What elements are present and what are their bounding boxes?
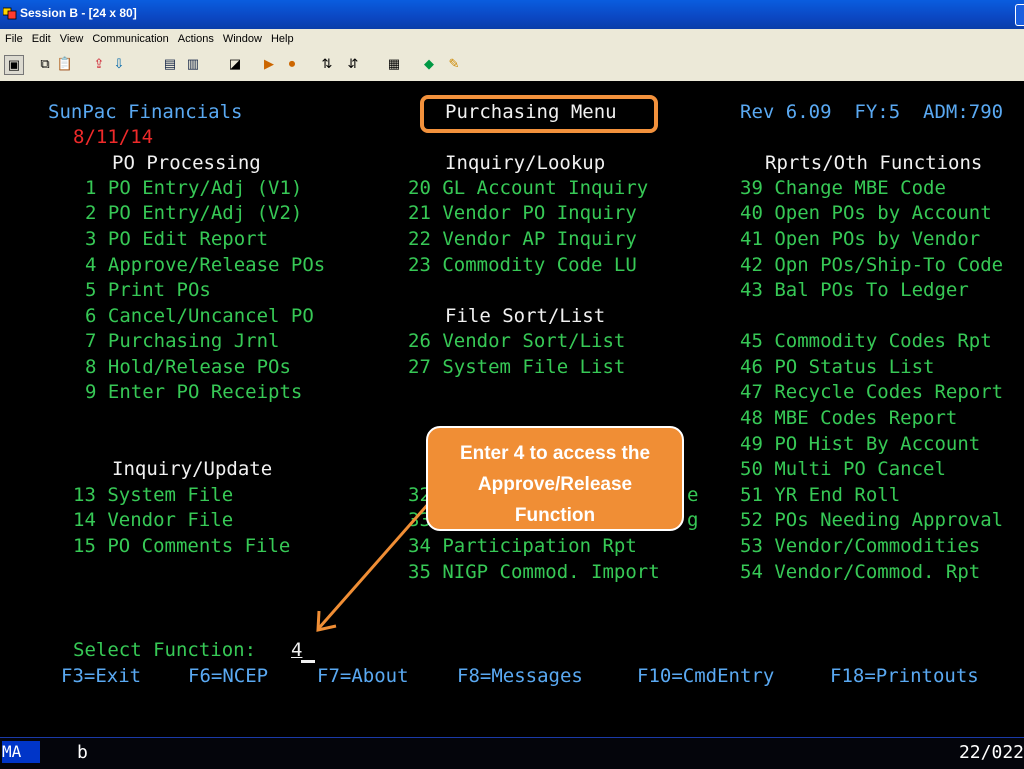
- callout-box: Enter 4 to access the Approve/Release Fu…: [426, 426, 684, 531]
- transfer-icon[interactable]: ⇅: [318, 55, 336, 73]
- text-cursor: [301, 660, 315, 663]
- window-titlebar: Session B - [24 x 80]: [0, 0, 1024, 29]
- menu-item-51[interactable]: 51 YR End Roll: [740, 483, 900, 507]
- menu-item-3[interactable]: 3 PO Edit Report: [85, 227, 268, 251]
- menu-item-49[interactable]: 49 PO Hist By Account: [740, 432, 980, 456]
- menu-item-46[interactable]: 46 PO Status List: [740, 355, 935, 379]
- menu-item-15[interactable]: 15 PO Comments File: [73, 534, 290, 558]
- callout-line-1: Enter 4 to access the: [459, 443, 651, 464]
- menu-item-23[interactable]: 23 Commodity Code LU: [408, 253, 637, 277]
- po-processing-heading: PO Processing: [112, 152, 261, 174]
- menu-item-39[interactable]: 39 Change MBE Code: [740, 176, 946, 200]
- menu-item-43[interactable]: 43 Bal POs To Ledger: [740, 278, 969, 302]
- fkey-exit[interactable]: F3=Exit: [61, 664, 141, 688]
- menu-bar: File Edit View Communication Actions Window He…: [0, 29, 1024, 49]
- menu-item-33-tail: g: [687, 509, 699, 531]
- fkey-messages[interactable]: F8=Messages: [457, 664, 583, 688]
- menu-help[interactable]: Help: [271, 29, 294, 49]
- status-bar: MA b 22/022: [0, 737, 1024, 769]
- send-icon[interactable]: ⇪: [90, 55, 108, 73]
- menu-item-40[interactable]: 40 Open POs by Account: [740, 201, 992, 225]
- menu-window[interactable]: Window: [223, 29, 262, 49]
- menu-item-26[interactable]: 26 Vendor Sort/List: [408, 329, 625, 353]
- menu-item-13[interactable]: 13 System File: [73, 483, 233, 507]
- record-icon[interactable]: ▶: [260, 55, 278, 73]
- menu-item-14[interactable]: 14 Vendor File: [73, 508, 233, 532]
- color-icon[interactable]: ◆: [420, 55, 438, 73]
- revision-info: Rev 6.09 FY:5 ADM:790: [740, 101, 1004, 123]
- system-date: 8/11/14: [73, 126, 154, 148]
- menu-item-1[interactable]: 1 PO Entry/Adj (V1): [85, 176, 302, 200]
- stop-icon[interactable]: ▥: [184, 55, 202, 73]
- play-icon[interactable]: ⏺: [283, 55, 301, 73]
- menu-edit[interactable]: Edit: [32, 29, 51, 49]
- status-mode: MA: [2, 741, 40, 763]
- menu-file[interactable]: File: [5, 29, 23, 49]
- menu-actions[interactable]: Actions: [178, 29, 214, 49]
- window-minimize-button[interactable]: [1015, 4, 1024, 26]
- window-title: Session B - [24 x 80]: [20, 6, 137, 20]
- menu-item-6[interactable]: 6 Cancel/Uncancel PO: [85, 304, 314, 328]
- menu-title-highlight: [420, 95, 658, 133]
- fkey-ncep[interactable]: F6=NCEP: [188, 664, 268, 688]
- menu-item-35[interactable]: 35 NIGP Commod. Import: [408, 560, 660, 584]
- transfer-icon[interactable]: ⇵: [344, 55, 362, 73]
- fkey-cmdentry[interactable]: F10=CmdEntry: [637, 664, 774, 688]
- menu-item-7[interactable]: 7 Purchasing Jrnl: [85, 329, 280, 353]
- copy-icon[interactable]: ⧉: [36, 55, 54, 73]
- menu-communication[interactable]: Communication: [92, 29, 168, 49]
- inquiry-update-heading: Inquiry/Update: [112, 458, 273, 480]
- menu-item-22[interactable]: 22 Vendor AP Inquiry: [408, 227, 637, 251]
- menu-view[interactable]: View: [60, 29, 84, 49]
- menu-item-42[interactable]: 42 Opn POs/Ship-To Code: [740, 253, 1003, 277]
- menu-item-5[interactable]: 5 Print POs: [85, 278, 211, 302]
- menu-item-48[interactable]: 48 MBE Codes Report: [740, 406, 957, 430]
- company-name: SunPac Financials: [48, 101, 243, 123]
- toolbar: ▣ ⧉ 📋 ⇪ ⇩ ▤ ▥ ◪ ▶ ⏺ ⇅ ⇵ ▦ ◆ ✎: [0, 49, 1024, 83]
- menu-item-9[interactable]: 9 Enter PO Receipts: [85, 380, 302, 404]
- file-sort-list-heading: File Sort/List: [445, 305, 606, 327]
- callout-line-3: Function: [514, 505, 596, 526]
- menu-item-20[interactable]: 20 GL Account Inquiry: [408, 176, 648, 200]
- paste-icon[interactable]: 📋: [56, 55, 74, 73]
- menu-item-41[interactable]: 41 Open POs by Vendor: [740, 227, 980, 251]
- select-function-label: Select Function:: [73, 639, 257, 661]
- menu-item-27[interactable]: 27 System File List: [408, 355, 625, 379]
- menu-item-53[interactable]: 53 Vendor/Commodities: [740, 534, 980, 558]
- receive-icon[interactable]: ⇩: [110, 55, 128, 73]
- fkey-printouts[interactable]: F18=Printouts: [830, 664, 979, 688]
- display-icon[interactable]: ▤: [161, 55, 179, 73]
- app-icon: [3, 7, 17, 20]
- terminal-screen: SunPac Financials Purchasing Menu Rev 6.…: [0, 81, 1024, 737]
- inquiry-lookup-heading: Inquiry/Lookup: [445, 152, 606, 174]
- select-function-input[interactable]: 4: [291, 638, 302, 662]
- menu-item-32-tail: e: [687, 484, 699, 506]
- status-session: b: [77, 742, 88, 763]
- print-screen-icon[interactable]: ▣: [4, 55, 24, 75]
- clipboard-icon[interactable]: ▦: [385, 55, 403, 73]
- menu-item-50[interactable]: 50 Multi PO Cancel: [740, 457, 946, 481]
- edit-icon[interactable]: ✎: [445, 55, 463, 73]
- menu-item-54[interactable]: 54 Vendor/Commod. Rpt: [740, 560, 980, 584]
- menu-item-52[interactable]: 52 POs Needing Approval: [740, 508, 1003, 532]
- cursor-position: 22/022: [958, 742, 1024, 763]
- menu-item-8[interactable]: 8 Hold/Release POs: [85, 355, 291, 379]
- menu-item-34[interactable]: 34 Participation Rpt: [408, 534, 637, 558]
- menu-item-47[interactable]: 47 Recycle Codes Report: [740, 380, 1003, 404]
- menu-item-2[interactable]: 2 PO Entry/Adj (V2): [85, 201, 302, 225]
- menu-item-4[interactable]: 4 Approve/Release POs: [85, 253, 325, 277]
- menu-item-21[interactable]: 21 Vendor PO Inquiry: [408, 201, 637, 225]
- reports-other-heading: Rprts/Oth Functions: [765, 152, 983, 174]
- macro-icon[interactable]: ◪: [226, 55, 244, 73]
- menu-item-45[interactable]: 45 Commodity Codes Rpt: [740, 329, 992, 353]
- callout-line-2: Approve/Release: [477, 474, 633, 495]
- fkey-about[interactable]: F7=About: [317, 664, 409, 688]
